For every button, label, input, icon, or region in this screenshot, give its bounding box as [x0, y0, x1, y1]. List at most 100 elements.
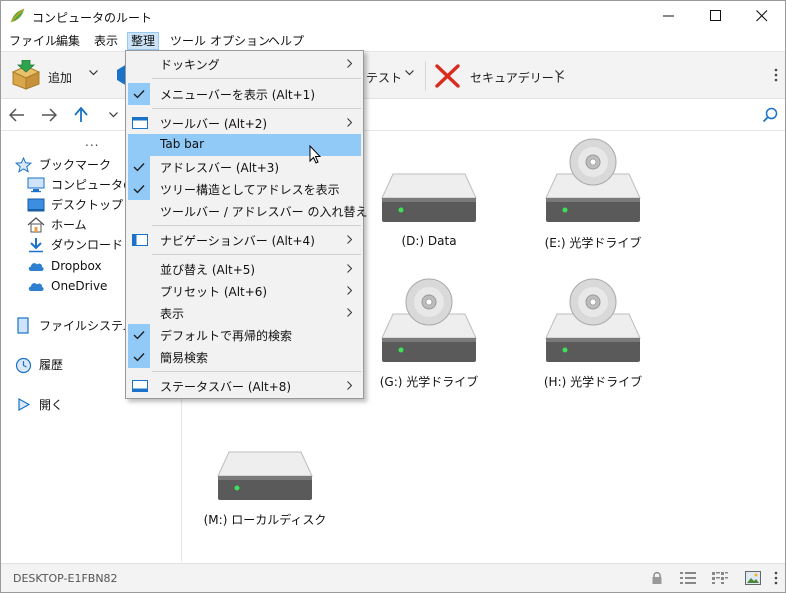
- monitor-icon: [27, 177, 45, 193]
- sidebar-more-button[interactable]: ...: [85, 135, 99, 149]
- more-options-icon[interactable]: [774, 571, 778, 585]
- menu-help[interactable]: ヘルプ: [265, 32, 307, 50]
- window-title: コンピュータのルート: [32, 11, 153, 25]
- menu-view[interactable]: 表示: [91, 32, 121, 50]
- submenu-arrow-icon: [347, 286, 352, 295]
- menu-item-toolbar[interactable]: ツールバー (Alt+2): [128, 112, 361, 134]
- computer-name: DESKTOP-E1FBN82: [13, 572, 118, 585]
- checkmark-icon: [133, 90, 145, 99]
- clock-icon: [15, 357, 32, 374]
- checkmark-box: [128, 324, 150, 346]
- menu-item-quick-search[interactable]: 簡易検索: [128, 346, 361, 368]
- checkmark-icon: [133, 185, 145, 194]
- download-icon: [29, 238, 43, 253]
- menu-item-label: デフォルトで再帰的検索: [160, 329, 293, 343]
- home-icon: [27, 217, 45, 233]
- minimize-button[interactable]: [646, 1, 692, 31]
- more-options-icon[interactable]: [774, 68, 778, 82]
- menu-item-preset[interactable]: プリセット (Alt+6): [128, 280, 361, 302]
- menu-options[interactable]: オプション: [207, 32, 273, 50]
- navigation-row: [1, 100, 785, 131]
- drive-h[interactable]: (H:) 光学ドライブ: [523, 278, 663, 394]
- menu-separator: [152, 225, 361, 226]
- add-dropdown-chevron-icon[interactable]: [89, 70, 98, 76]
- menu-item-status-bar[interactable]: ステータスバー (Alt+8): [128, 375, 361, 397]
- optical-drive-icon: [545, 138, 641, 222]
- lock-icon[interactable]: [651, 571, 663, 585]
- menu-item-label: メニューバーを表示 (Alt+1): [160, 88, 315, 102]
- menu-separator: [152, 371, 361, 372]
- drive-m[interactable]: (M:) ローカルディスク: [195, 442, 335, 532]
- sidebar-item-label: デスクトップ: [51, 198, 124, 212]
- up-arrow-icon[interactable]: [74, 107, 88, 123]
- tiles-view-icon[interactable]: [712, 572, 728, 584]
- drive-g[interactable]: (G:) 光学ドライブ: [359, 278, 499, 394]
- submenu-arrow-icon: [347, 118, 352, 127]
- sidebar-item-label: ダウンロード: [51, 238, 124, 252]
- menu-item-view[interactable]: 表示: [128, 302, 361, 324]
- menu-tools[interactable]: ツール: [167, 32, 209, 50]
- menu-item-label: ツリー構造としてアドレスを表示: [160, 183, 340, 197]
- menu-item-swap-toolbar-address[interactable]: ツールバー / アドレスバー の入れ替え: [128, 200, 368, 222]
- menu-item-tab-bar[interactable]: Tab bar: [128, 134, 361, 156]
- menu-item-navigation-bar[interactable]: ナビゲーションバー (Alt+4): [128, 229, 361, 251]
- organize-dropdown-menu: ドッキング メニューバーを表示 (Alt+1) ツールバー (Alt+2) Ta…: [125, 50, 368, 399]
- test-label: テスト: [366, 71, 403, 85]
- sidebar-history-label: 履歴: [39, 358, 64, 372]
- menu-file[interactable]: ファイル: [6, 32, 60, 50]
- menu-item-address-bar[interactable]: アドレスバー (Alt+3): [128, 156, 361, 178]
- sidebar-bookmarks-label: ブックマーク: [39, 158, 112, 172]
- menu-item-label: ナビゲーションバー (Alt+4): [160, 234, 315, 248]
- add-archive-icon: [11, 60, 41, 90]
- navigation-panel-icon: [132, 234, 148, 246]
- menu-item-docking[interactable]: ドッキング: [128, 53, 361, 75]
- drive-label: (E:) 光学ドライブ: [544, 236, 642, 250]
- main-window: コンピュータのルート ファイル 編集 表示 整理 ツール オプション ヘルプ 追: [0, 0, 786, 593]
- desktop-icon: [27, 198, 45, 212]
- menu-item-label: ツールバー (Alt+2): [160, 117, 268, 131]
- menu-organize[interactable]: 整理: [127, 32, 160, 50]
- menu-item-label: 表示: [160, 307, 185, 321]
- drive-label: (M:) ローカルディスク: [203, 513, 327, 527]
- menu-item-label: ステータスバー (Alt+8): [160, 380, 292, 394]
- minimize-icon: [663, 15, 674, 17]
- menu-edit[interactable]: 編集: [53, 32, 83, 50]
- add-label: 追加: [48, 71, 73, 85]
- checkmark-box: [128, 156, 150, 178]
- menu-item-recursive-search[interactable]: デフォルトで再帰的検索: [128, 324, 361, 346]
- maximize-button[interactable]: [693, 1, 739, 31]
- forward-arrow-icon[interactable]: [41, 108, 57, 122]
- toolbar-separator: [425, 61, 426, 91]
- submenu-arrow-icon: [347, 308, 352, 317]
- menu-bar: ファイル 編集 表示 整理 ツール オプション ヘルプ: [1, 31, 785, 51]
- test-dropdown-chevron-icon[interactable]: [405, 70, 414, 76]
- sidebar-open-label: 開く: [39, 398, 64, 412]
- close-window-button[interactable]: [739, 1, 785, 31]
- details-view-icon[interactable]: [680, 572, 696, 584]
- delete-x-icon: [435, 64, 460, 88]
- drive-e[interactable]: (E:) 光学ドライブ: [523, 138, 663, 254]
- history-dropdown-chevron-icon[interactable]: [109, 112, 118, 118]
- mouse-cursor-icon: [309, 145, 321, 164]
- star-icon: [15, 157, 32, 173]
- drive-label: (G:) 光学ドライブ: [379, 375, 479, 389]
- drive-d[interactable]: (D:) Data: [359, 164, 499, 254]
- submenu-arrow-icon: [347, 381, 352, 390]
- menu-item-sort[interactable]: 並び替え (Alt+5): [128, 258, 361, 280]
- menu-item-address-tree[interactable]: ツリー構造としてアドレスを表示: [128, 178, 361, 200]
- search-icon[interactable]: [762, 107, 778, 123]
- checkmark-box: [128, 83, 150, 105]
- large-icons-view-icon[interactable]: [745, 571, 761, 585]
- menu-item-label: ツールバー / アドレスバー の入れ替え: [160, 205, 368, 219]
- menu-separator: [152, 254, 361, 255]
- back-arrow-icon[interactable]: [9, 108, 25, 122]
- delete-dropdown-chevron-icon[interactable]: [555, 70, 564, 76]
- status-panel-icon: [132, 380, 148, 392]
- submenu-arrow-icon: [347, 235, 352, 244]
- menu-item-label: Tab bar: [160, 137, 205, 151]
- file-system-icon: [17, 317, 29, 334]
- optical-drive-icon: [381, 278, 477, 362]
- menu-item-label: プリセット (Alt+6): [160, 285, 268, 299]
- optical-drive-icon: [545, 278, 641, 362]
- menu-item-show-menubar[interactable]: メニューバーを表示 (Alt+1): [128, 83, 361, 105]
